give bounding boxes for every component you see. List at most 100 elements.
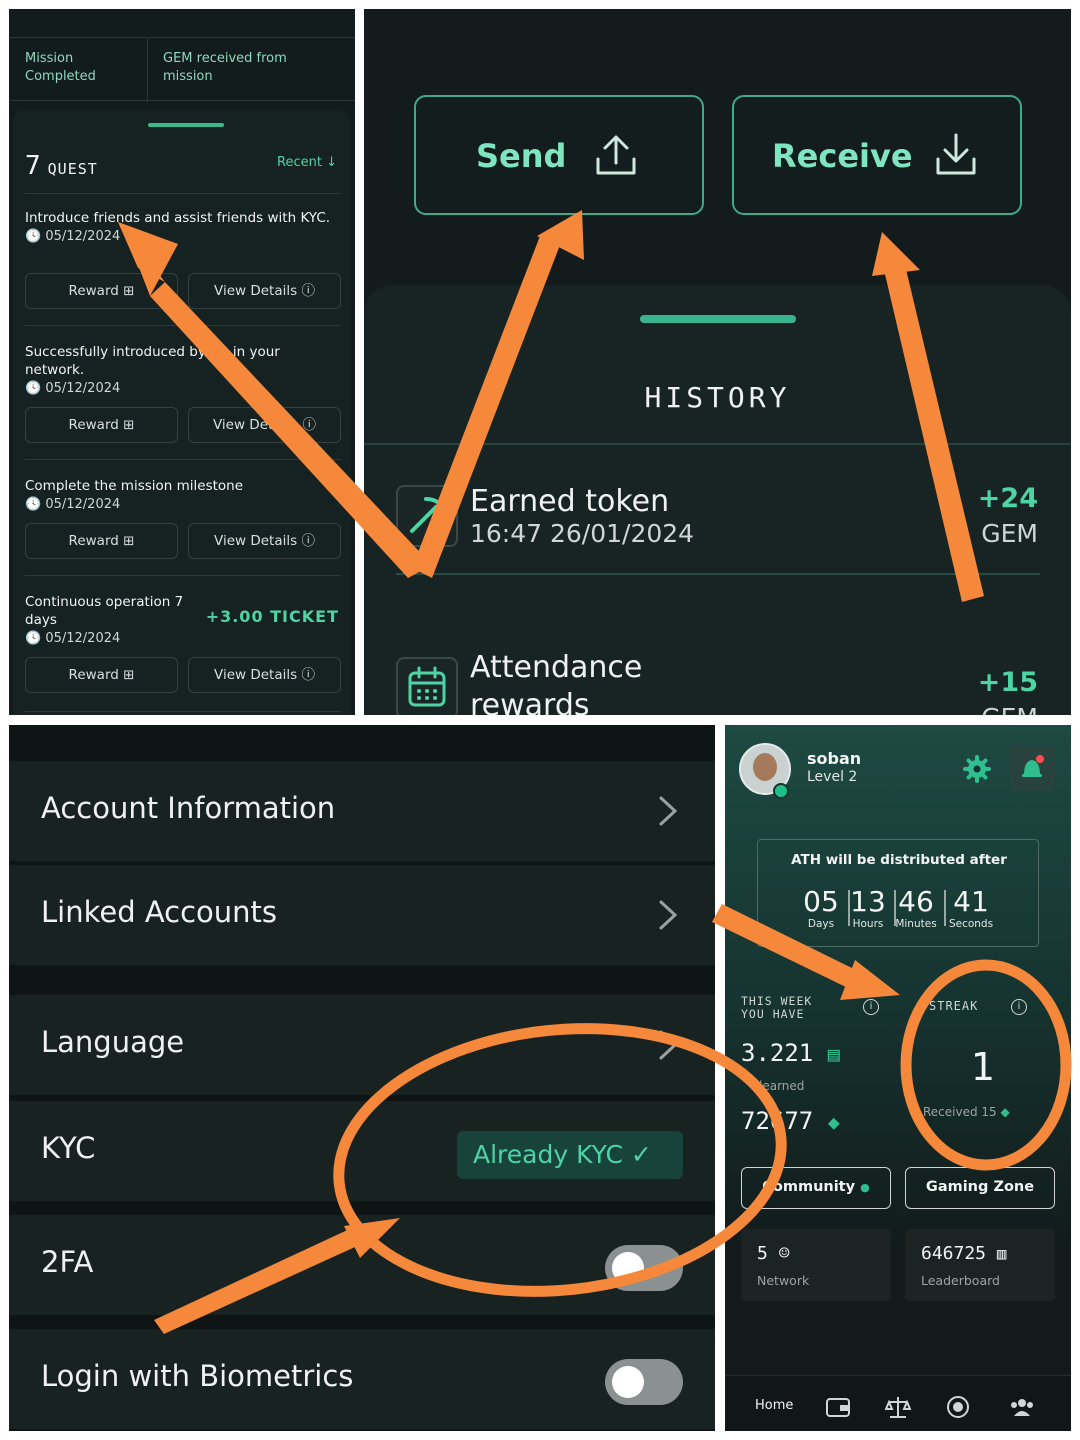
check-icon: ✓ (630, 1140, 652, 1169)
countdown-hours-label: Hours (852, 918, 884, 930)
community-label: Community (762, 1179, 856, 1195)
toggle-knob (612, 1366, 644, 1398)
quest-item-date-value: 05/12/2024 (45, 381, 121, 396)
2fa-row: 2FA (9, 1215, 715, 1315)
divider (25, 325, 341, 326)
countdown-days-label: Days (807, 918, 835, 930)
info-icon[interactable]: i (863, 999, 879, 1015)
notifications-button[interactable] (1009, 745, 1055, 791)
quest-item-title: Complete the mission milestone (25, 478, 244, 494)
podium-icon: ▥ (996, 1244, 1007, 1263)
clock-icon: 🕓 (25, 381, 42, 396)
history-item-title: Earned token (470, 484, 670, 519)
ath-countdown: ATH will be distributed after 05 Days 13… (757, 839, 1039, 947)
bell-icon (1022, 755, 1044, 777)
divider (364, 443, 1071, 445)
2fa-toggle[interactable] (605, 1245, 683, 1291)
view-details-button[interactable]: View Details ⓘ (188, 523, 341, 559)
linked-accounts-row[interactable]: Linked Accounts (9, 865, 715, 965)
history-item-unit: GEM (981, 519, 1038, 548)
info-icon[interactable]: i (1011, 999, 1027, 1015)
send-label: Send (476, 137, 567, 175)
clock-icon: 🕓 (25, 631, 42, 646)
countdown-seconds: 41 Seconds (946, 885, 996, 931)
divider (396, 573, 1040, 575)
gaming-zone-button[interactable]: Gaming Zone (905, 1167, 1055, 1209)
toggle-knob (612, 1252, 644, 1284)
home-panel: soban Level 2 ATH will be distributed af… (725, 725, 1071, 1431)
week-coins-number: 3.221 (741, 1039, 814, 1067)
group-icon[interactable] (1009, 1394, 1035, 1420)
biometrics-row: Login with Biometrics (9, 1329, 715, 1429)
countdown-seconds-label: Seconds (948, 918, 994, 930)
upload-icon (596, 135, 636, 175)
reward-button[interactable]: Reward ⊞ (25, 657, 178, 693)
view-details-button[interactable]: View Details ⓘ (188, 657, 341, 693)
user-level: Level 2 (807, 769, 858, 785)
chevron-right-icon (659, 900, 678, 930)
countdown-minutes-value: 46 (898, 885, 934, 918)
avatar[interactable] (739, 743, 791, 799)
bottom-tab-bar: Home (725, 1375, 1071, 1431)
countdown-days-value: 05 (803, 885, 839, 918)
quest-item-actions: Reward ⊞ View Details ⓘ (25, 273, 341, 309)
countdown-seconds-value: 41 (953, 885, 989, 918)
quest-item-date: 🕓 05/12/2024 (25, 381, 341, 396)
scale-icon[interactable] (885, 1394, 911, 1420)
kyc-row[interactable]: KYC Already KYC ✓ (9, 1101, 715, 1201)
quests-panel: Mission Completed GEM received from miss… (9, 9, 355, 715)
tab-home[interactable]: Home (755, 1398, 793, 1413)
community-button[interactable]: Community ● (741, 1167, 891, 1209)
quest-item-actions: Reward ⊞ View Detai... ⓘ (25, 407, 341, 443)
history-item-amount: +24 (977, 483, 1038, 514)
leaderboard-label: Leaderboard (921, 1273, 1000, 1288)
history-item-title: Attendance rewards (470, 650, 643, 715)
biometrics-toggle[interactable] (605, 1359, 683, 1405)
biometrics-label: Login with Biometrics (41, 1359, 354, 1393)
language-row[interactable]: Language (9, 995, 715, 1095)
countdown-hours: 13 Hours (843, 886, 893, 931)
account-information-row[interactable]: Account Information (9, 761, 715, 861)
history-item[interactable]: Attendance rewards +15 GEM (396, 647, 1040, 715)
2fa-label: 2FA (41, 1245, 94, 1279)
linked-accounts-label: Linked Accounts (41, 895, 278, 929)
settings-panel: Account Information Linked Accounts Lang… (9, 725, 715, 1431)
quest-item-actions: Reward ⊞ View Details ⓘ (25, 657, 341, 693)
status-dot-icon: ● (860, 1181, 870, 1194)
badge-icon[interactable] (945, 1394, 971, 1420)
receive-label: Receive (772, 137, 913, 175)
gem-received-label: GEM received from mission (163, 51, 287, 84)
network-card[interactable]: 5 ☺ Network (741, 1229, 891, 1301)
wallet-icon[interactable] (825, 1394, 851, 1420)
info-icon: ⓘ (302, 417, 317, 433)
quest-item-title: Introduce friends and assist friends wit… (25, 210, 331, 226)
sheet-handle[interactable] (640, 315, 796, 323)
reward-button[interactable]: Reward ⊞ (25, 273, 178, 309)
sort-recent-button[interactable]: Recent ↓ (277, 155, 337, 170)
chevron-right-icon (659, 1030, 678, 1060)
divider (25, 459, 341, 460)
history-item-time: 16:47 26/01/2024 (470, 519, 695, 548)
receive-button[interactable]: Receive (732, 95, 1022, 215)
user-icon: ☺ (778, 1243, 790, 1264)
countdown-title: ATH will be distributed after (791, 852, 1007, 868)
leaderboard-card[interactable]: 646725 ▥ Leaderboard (905, 1229, 1055, 1301)
reward-label: Reward (68, 667, 119, 683)
reward-button[interactable]: Reward ⊞ (25, 523, 178, 559)
quest-item: Continuous operation 7 days +3.00 TICKET… (25, 593, 341, 693)
gear-icon[interactable] (963, 755, 991, 783)
week-gems-number: 72677 (741, 1107, 814, 1135)
view-details-button[interactable]: View Details ⓘ (188, 273, 341, 309)
send-button[interactable]: Send (414, 95, 704, 215)
week-coins-value: 3.221 ▤ (741, 1039, 840, 1067)
gem-icon: ◆ (827, 1110, 840, 1134)
quest-item: Introduce friends and assist friends wit… (25, 209, 341, 309)
view-details-button[interactable]: View Detai... ⓘ (188, 407, 341, 443)
sheet-handle[interactable] (148, 123, 224, 127)
reward-button[interactable]: Reward ⊞ (25, 407, 178, 443)
verified-icon (773, 783, 789, 799)
avatar-photo (753, 753, 777, 781)
week-gems-value: 72677 ◆ (741, 1107, 840, 1135)
history-item[interactable]: Earned token 16:47 26/01/2024 +24 GEM (396, 481, 1040, 581)
kyc-status-text: Already KYC (473, 1140, 623, 1169)
